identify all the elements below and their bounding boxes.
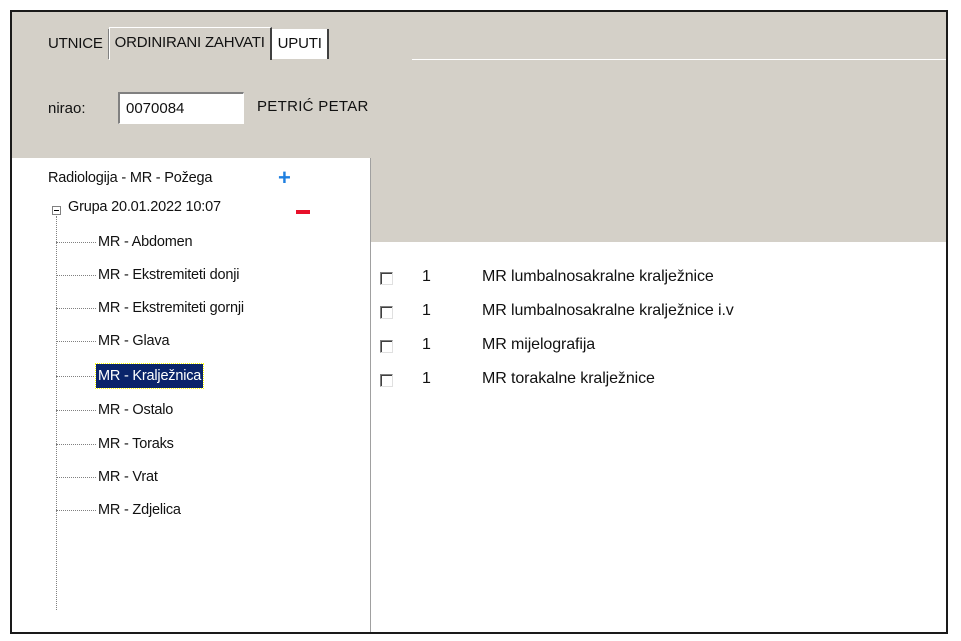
tree-branch — [56, 477, 96, 478]
app-window: UTNICE ORDINIRANI ZAHVATI UPUTI nirao: 0… — [10, 10, 948, 634]
procedure-checkbox[interactable] — [380, 340, 393, 353]
list-item[interactable]: 1 MR mijelografija — [374, 332, 946, 362]
tree-branch — [56, 444, 96, 445]
tree-item-mr-abdomen[interactable]: MR - Abdomen — [96, 230, 194, 254]
tab-uputnice[interactable]: UTNICE — [12, 29, 109, 59]
tree-branch — [56, 275, 96, 276]
tree-branch — [56, 242, 96, 243]
procedure-qty: 1 — [422, 302, 431, 319]
procedure-qty: 1 — [422, 370, 431, 387]
tree-branch — [56, 341, 96, 342]
list-item[interactable]: 1 MR lumbalnosakralne kralježnice — [374, 264, 946, 294]
tree-root-label[interactable]: Radiologija - MR - Požega — [48, 170, 212, 186]
minus-icon[interactable] — [296, 210, 310, 214]
ordinirao-code-field[interactable]: 0070084 — [118, 92, 244, 124]
ordinirao-row: nirao: 0070084 PETRIĆ PETAR — [12, 92, 946, 126]
tree-item-mr-glava[interactable]: MR - Glava — [96, 329, 171, 353]
tree-item-mr-ostalo[interactable]: MR - Ostalo — [96, 398, 175, 422]
procedure-qty: 1 — [422, 268, 431, 285]
list-item[interactable]: 1 MR lumbalnosakralne kralježnice i.v — [374, 298, 946, 328]
tree-branch — [56, 376, 96, 377]
tab-uputi[interactable]: UPUTI — [271, 29, 329, 59]
procedure-checkbox[interactable] — [380, 272, 393, 285]
tab-strip: UTNICE ORDINIRANI ZAHVATI UPUTI — [12, 27, 329, 60]
procedure-name: MR torakalne kralježnice — [482, 370, 655, 387]
procedure-tree: Radiologija - MR - Požega + Grupa 20.01.… — [12, 158, 371, 632]
tab-ordinirani-zahvati[interactable]: ORDINIRANI ZAHVATI — [108, 27, 272, 60]
list-item[interactable]: 1 MR torakalne kralježnice — [374, 366, 946, 396]
collapse-icon[interactable] — [52, 206, 61, 215]
procedure-checkbox[interactable] — [380, 306, 393, 319]
procedure-qty: 1 — [422, 336, 431, 353]
tree-branch — [56, 410, 96, 411]
tab-divider — [412, 59, 946, 60]
tree-item-mr-toraks[interactable]: MR - Toraks — [96, 432, 176, 456]
procedure-name: MR lumbalnosakralne kralježnice i.v — [482, 302, 734, 319]
procedure-name: MR mijelografija — [482, 336, 596, 353]
tree-branch — [56, 510, 96, 511]
tree-group-label[interactable]: Grupa 20.01.2022 10:07 — [68, 199, 221, 215]
procedure-name: MR lumbalnosakralne kralježnice — [482, 268, 714, 285]
tree-branch — [56, 308, 96, 309]
procedure-checkbox[interactable] — [380, 374, 393, 387]
tree-item-mr-kraljeznica[interactable]: MR - Kralježnica — [94, 363, 205, 389]
ordinirao-name: PETRIĆ PETAR — [257, 98, 369, 115]
plus-icon[interactable]: + — [278, 167, 291, 189]
tree-item-mr-zdjelica[interactable]: MR - Zdjelica — [96, 498, 183, 522]
ordinirao-label: nirao: — [48, 100, 86, 117]
tree-item-mr-ekstremiteti-gornji[interactable]: MR - Ekstremiteti gornji — [96, 296, 246, 320]
procedure-list: 1 MR lumbalnosakralne kralježnice 1 MR l… — [374, 242, 946, 632]
tree-item-mr-ekstremiteti-donji[interactable]: MR - Ekstremiteti donji — [96, 263, 241, 287]
tree-item-mr-vrat[interactable]: MR - Vrat — [96, 465, 160, 489]
